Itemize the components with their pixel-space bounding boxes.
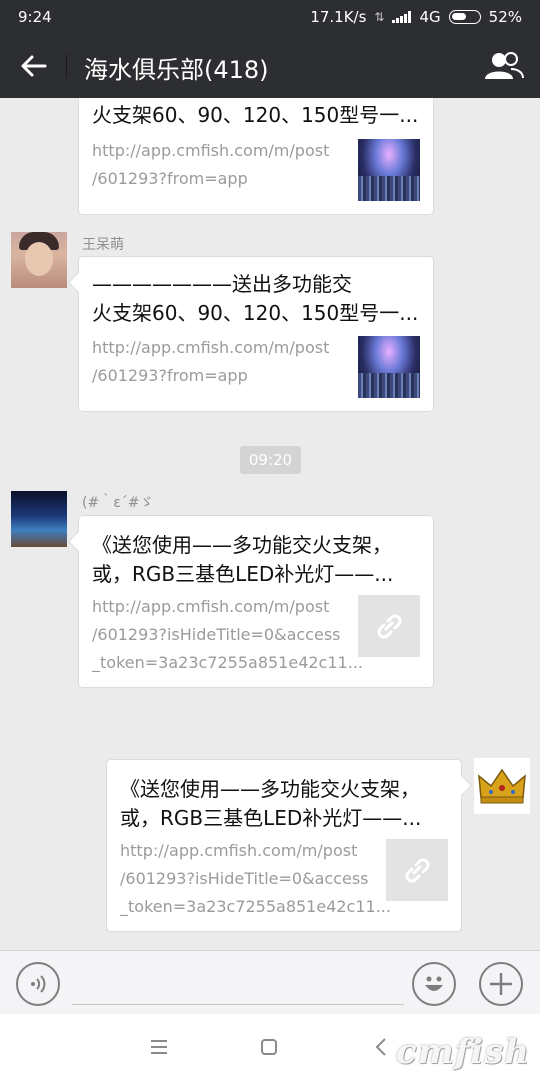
status-bar: 9:24 17.1K/s ⇅ 4G 52% [0, 0, 540, 34]
link-card-message[interactable]: 《送您使用——多功能交火支架， 或，RGB三基色LED补光灯——... http… [78, 515, 434, 688]
battery-level: 52% [488, 8, 522, 26]
smiley-icon [425, 976, 443, 991]
sender-name: (#｀ε´#ゞ [82, 495, 154, 511]
group-members-icon [485, 52, 524, 79]
avatar[interactable] [474, 758, 530, 814]
link-card-message[interactable]: 《送您使用——多功能交火支架， 或，RGB三基色LED补光灯——... http… [106, 759, 462, 932]
chevron-left-icon [375, 1038, 386, 1056]
status-time: 9:24 [18, 8, 52, 26]
signal-icon [392, 11, 412, 23]
link-card-title: 或，RGB三基色LED补光灯——... [92, 562, 394, 586]
link-card-url: /601293?isHideTitle=0&access [120, 869, 369, 888]
link-card-url: /601293?from=app [92, 169, 248, 188]
link-card-message[interactable]: ———————送出多功能交 火支架60、90、120、150型号一... htt… [78, 256, 434, 412]
avatar[interactable] [11, 491, 67, 547]
link-card-title: ———————送出多功能交 [92, 272, 352, 296]
more-button[interactable] [479, 962, 523, 1006]
group-info-button[interactable] [482, 48, 526, 84]
emoji-button[interactable] [412, 962, 456, 1006]
link-card-url: /601293?from=app [92, 366, 248, 385]
battery-icon [448, 10, 481, 24]
arrow-left-icon [21, 55, 47, 77]
home-square-icon [261, 1039, 277, 1055]
link-card-url: _token=3a23c7255a851e42c11... [120, 897, 391, 916]
title-bar: 海水俱乐部(418) [0, 34, 540, 98]
link-thumbnail [358, 139, 420, 201]
link-thumbnail [358, 595, 420, 657]
link-card-message[interactable]: 火支架60、90、120、150型号一... http://app.cmfish… [78, 98, 434, 215]
link-card-url: http://app.cmfish.com/m/post [92, 338, 330, 357]
link-card-title: 《送您使用——多功能交火支架， [120, 777, 420, 801]
link-card-title: 火支架60、90、120、150型号一... [92, 301, 419, 325]
net-speed: 17.1K/s [310, 8, 367, 26]
link-thumbnail [386, 839, 448, 901]
status-indicators: 17.1K/s ⇅ 4G 52% [310, 8, 522, 26]
avatar[interactable] [11, 232, 67, 288]
link-card-title: 《送您使用——多功能交火支架， [92, 533, 392, 557]
timestamp-chip: 09:20 [240, 446, 301, 474]
menu-nav-button[interactable] [146, 1034, 172, 1060]
link-card-url: /601293?isHideTitle=0&access [92, 625, 341, 644]
input-bar [0, 950, 540, 1014]
link-card-url: http://app.cmfish.com/m/post [92, 597, 330, 616]
voice-icon [31, 975, 46, 993]
network-type: 4G [419, 8, 441, 26]
menu-icon [151, 1040, 167, 1054]
message-input[interactable] [72, 963, 404, 1005]
link-card-title: 或，RGB三基色LED补光灯——... [120, 806, 422, 830]
back-nav-button[interactable] [368, 1034, 394, 1060]
link-icon [377, 614, 402, 639]
link-card-url: http://app.cmfish.com/m/post [92, 141, 330, 160]
back-button[interactable] [14, 48, 54, 84]
link-card-title: 火支架60、90、120、150型号一... [92, 103, 419, 127]
data-transfer-icon: ⇅ [374, 10, 385, 24]
home-nav-button[interactable] [256, 1034, 282, 1060]
voice-button[interactable] [16, 962, 60, 1006]
system-nav-bar: cmfish [0, 1014, 540, 1080]
link-card-url: http://app.cmfish.com/m/post [120, 841, 358, 860]
plus-icon [490, 973, 512, 995]
chat-title: 海水俱乐部(418) [84, 56, 269, 84]
title-divider [66, 54, 67, 78]
link-thumbnail [358, 336, 420, 398]
link-card-url: _token=3a23c7255a851e42c11... [92, 653, 363, 672]
link-icon [405, 858, 430, 883]
sender-name: 王呆萌 [82, 237, 124, 253]
crown-icon [478, 768, 526, 804]
chat-area[interactable]: 火支架60、90、120、150型号一... http://app.cmfish… [0, 98, 540, 950]
watermark-logo: cmfish [395, 1032, 530, 1072]
